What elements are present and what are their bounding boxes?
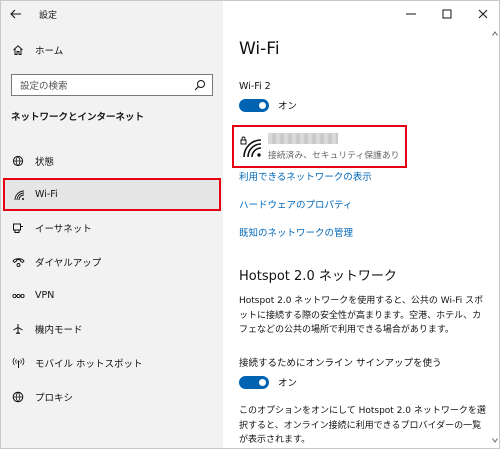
known-networks-link[interactable]: 既知のネットワークの管理: [239, 225, 353, 239]
wifi-toggle[interactable]: [239, 98, 269, 112]
sidebar-item-status[interactable]: 状態: [1, 144, 223, 178]
content-pane: Wi-Fi Wi-Fi 2 オン 接続済み、セキュリティ保護あり 利用できるネッ…: [223, 1, 499, 448]
sidebar-nav: 状態 Wi-Fi イーサネット ダイヤルアップ VPN 機内モード モバイル ホ…: [1, 144, 223, 414]
scrollbar[interactable]: [492, 31, 498, 443]
sidebar-item-proxy[interactable]: プロキシ: [1, 380, 223, 414]
sidebar-item-ethernet[interactable]: イーサネット: [1, 211, 223, 245]
scroll-up-icon: [492, 31, 498, 36]
sidebar-item-label: モバイル ホットスポット: [35, 358, 143, 370]
sidebar-item-label: Wi-Fi: [35, 189, 58, 201]
signup-toggle-label: オン: [278, 378, 298, 389]
maximize-button[interactable]: [429, 1, 465, 27]
hotspot-heading: Hotspot 2.0 ネットワーク: [239, 269, 397, 284]
signup-toggle[interactable]: [239, 375, 269, 389]
hardware-properties-link[interactable]: ハードウェアのプロパティ: [239, 197, 352, 211]
hotspot-icon: [1, 357, 35, 369]
minimize-button[interactable]: [393, 1, 429, 27]
wifi-adapter-label: Wi-Fi 2: [239, 81, 271, 92]
sidebar-item-label: VPN: [35, 290, 55, 302]
signup-toggle-row: オン: [239, 375, 297, 389]
wifi-icon: [3, 189, 35, 201]
search-icon: [194, 80, 205, 91]
sidebar-item-label: 状態: [35, 156, 55, 168]
sidebar-item-wifi[interactable]: Wi-Fi: [3, 177, 221, 212]
home-icon: [1, 44, 35, 56]
close-button[interactable]: [465, 1, 499, 27]
search-input[interactable]: 設定の検索: [11, 74, 213, 96]
sidebar-item-vpn[interactable]: VPN: [1, 279, 223, 313]
available-networks-link[interactable]: 利用できるネットワークの表示: [239, 169, 372, 183]
section-title: ネットワークとインターネット: [11, 112, 145, 123]
airplane-icon: [1, 323, 35, 335]
minimize-icon: [406, 13, 416, 15]
sidebar-item-label: イーサネット: [35, 224, 92, 236]
network-status: 接続済み、セキュリティ保護あり: [268, 150, 400, 161]
back-button[interactable]: [1, 1, 31, 27]
app-title: 設定: [39, 10, 58, 21]
hotspot-description: Hotspot 2.0 ネットワークを使用すると、公共の Wi-Fi スポットに…: [239, 296, 484, 335]
sidebar-item-airplane[interactable]: 機内モード: [1, 312, 223, 346]
dialup-icon: [1, 256, 35, 268]
scroll-down-icon: [492, 438, 498, 443]
title-bar: 設定: [1, 1, 223, 27]
maximize-icon: [442, 9, 452, 19]
wifi-toggle-label: オン: [278, 101, 298, 112]
sidebar: 設定 ホーム 設定の検索 ネットワークとインターネット 状態 Wi-Fi イーサ…: [1, 1, 223, 448]
close-icon: [478, 9, 488, 19]
secured-wifi-icon: [234, 136, 268, 158]
window-controls: [393, 1, 499, 27]
sidebar-item-label: 機内モード: [35, 325, 83, 337]
page-title: Wi-Fi: [239, 39, 280, 59]
sidebar-item-label: ダイヤルアップ: [35, 257, 102, 269]
back-arrow-icon: [10, 9, 21, 19]
settings-window: 設定 ホーム 設定の検索 ネットワークとインターネット 状態 Wi-Fi イーサ…: [0, 0, 500, 449]
signup-label: 接続するためにオンライン サインアップを使う: [239, 358, 442, 369]
wifi-toggle-row: オン: [239, 98, 297, 112]
signup-option-description: このオプションをオンにして Hotspot 2.0 ネットワークを選択すると、オ…: [239, 406, 486, 445]
globe-status-icon: [1, 155, 35, 167]
connected-network[interactable]: 接続済み、セキュリティ保護あり: [232, 125, 407, 168]
sidebar-item-label: プロキシ: [35, 392, 74, 404]
globe-icon: [1, 391, 35, 403]
sidebar-item-label: ホーム: [35, 46, 64, 57]
network-name: [268, 132, 338, 144]
sidebar-item-home[interactable]: ホーム: [1, 37, 223, 63]
sidebar-item-dialup[interactable]: ダイヤルアップ: [1, 245, 223, 279]
ethernet-icon: [1, 222, 35, 234]
sidebar-item-hotspot[interactable]: モバイル ホットスポット: [1, 346, 223, 380]
search-placeholder: 設定の検索: [20, 81, 68, 92]
vpn-icon: [1, 291, 35, 301]
network-text: 接続済み、セキュリティ保護あり: [268, 132, 400, 161]
